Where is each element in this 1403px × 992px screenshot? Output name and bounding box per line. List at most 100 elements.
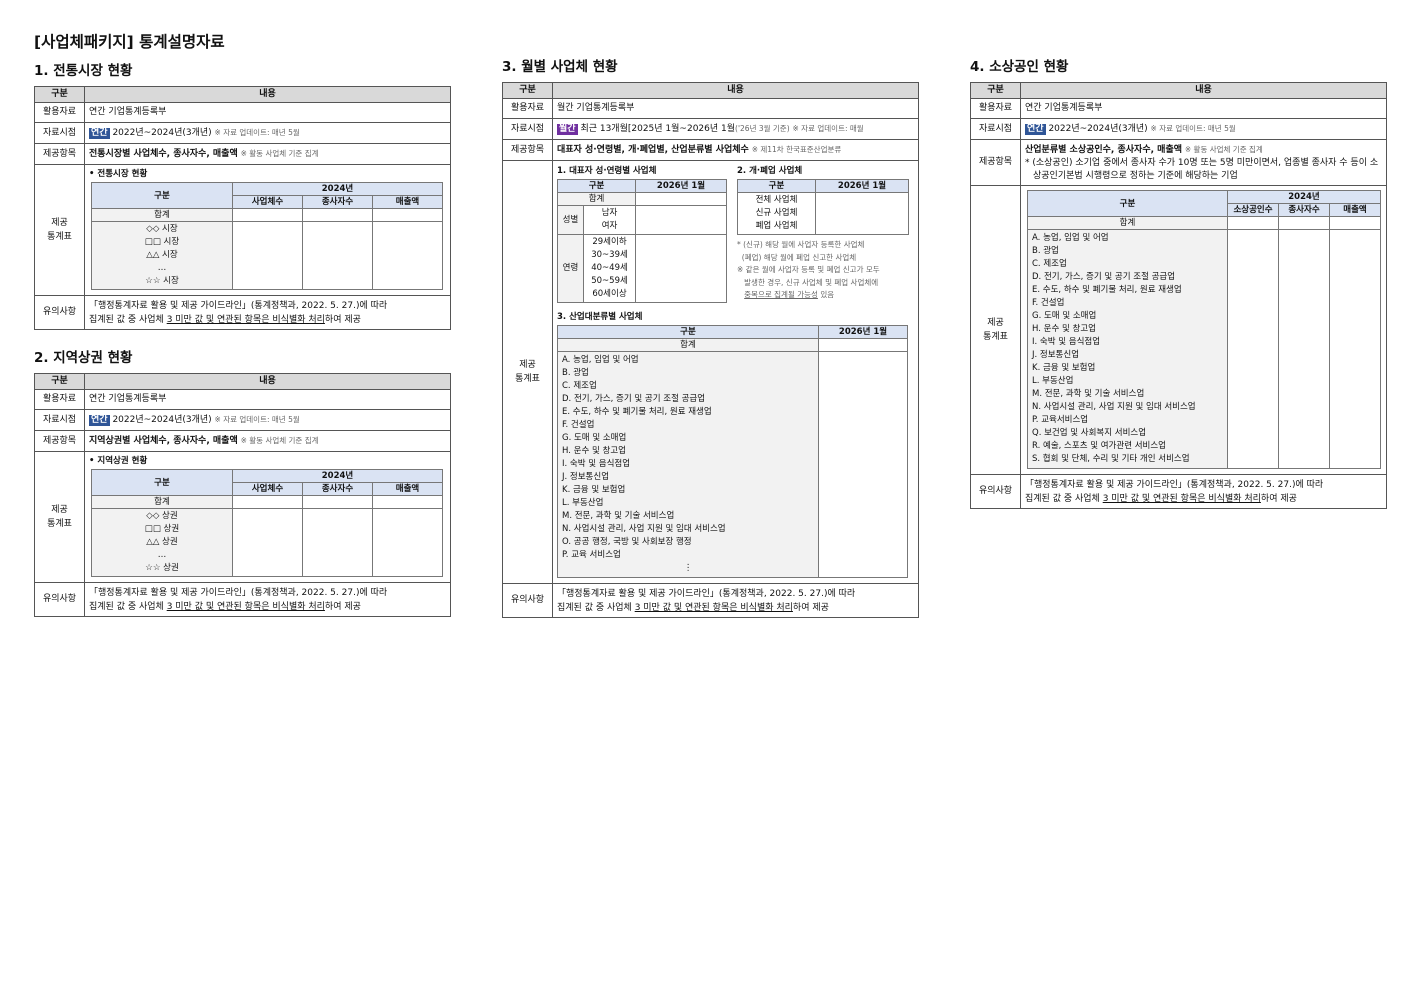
small-business-stat-table: 구분 2024년 소상공인수 종사자수 매출액 합계 A. 농업, 임업 및 어업 B… — [1027, 190, 1382, 469]
th-biz: 사업체수 — [232, 195, 303, 209]
list-item: 폐업 사업체 — [755, 221, 798, 231]
caution-post: 하여 제공 — [324, 601, 361, 612]
market-stat-table: 구분 2024년 사업체수 종사자수 매출액 합계 ◇◇ 시장 □□ 시장 △△ 시장… — [91, 182, 444, 290]
th-category: 구분 — [91, 469, 233, 496]
th-sales: 매출액 — [371, 195, 444, 209]
usage-value: 연간 기업통계등록부 — [84, 389, 451, 410]
row-label-period: 자료시점 — [970, 118, 1021, 140]
stat-table-box: 1. 대표자 성·연령별 사업체 구분 2026년 1월 합계 성별 남자 여자 연령… — [552, 160, 919, 584]
th-month: 2026년 1월 — [815, 179, 909, 193]
row-label-caution: 유의사항 — [502, 583, 553, 618]
owner-sex-age-block: 1. 대표자 성·연령별 사업체 구분 2026년 1월 합계 성별 남자 여자 연령… — [556, 165, 727, 303]
list-item: ☆☆ 상권 — [145, 563, 179, 573]
list-item: E. 수도, 하수 및 폐기물 처리, 원료 재생업 — [562, 407, 712, 417]
row-label-table: 제공 통계표 — [502, 160, 553, 584]
items-main: 전통시장별 사업체수, 종사자수, 매출액 — [89, 149, 238, 159]
caution-line2: 집계된 값 중 사업체 3 미만 값 및 연관된 항목은 비식별화 처리하여 제… — [89, 600, 446, 614]
list-item: H. 운수 및 창고업 — [1032, 324, 1096, 334]
note-closed: (폐업) 해당 월에 폐업 신고한 사업체 — [737, 252, 857, 262]
col-header-content: 내용 — [84, 373, 451, 390]
period-value: 연간 2022년~2024년(3개년) ※ 자료 업데이트: 매년 5월 — [84, 122, 451, 144]
stat-table-box: 구분 2024년 소상공인수 종사자수 매출액 합계 A. 농업, 임업 및 어업 B… — [1020, 185, 1387, 475]
col-header-content: 내용 — [552, 82, 919, 99]
th-sales: 매출액 — [1328, 203, 1382, 217]
t1-title: 1. 대표자 성·연령별 사업체 — [557, 166, 657, 176]
list-item: 여자 — [601, 221, 618, 231]
row-label-usage: 활용자료 — [34, 102, 85, 123]
note-duplicate-post: 있음 — [817, 290, 835, 299]
list-item: D. 전기, 가스, 증기 및 공기 조절 공급업 — [562, 394, 706, 404]
list-item: 50~59세 — [591, 276, 628, 286]
caution-line1: 「행정통계자료 활용 및 제공 가이드라인」(통계정책과, 2022. 5. 2… — [89, 300, 388, 311]
items-value: 대표자 성·연령별, 개·폐업별, 산업분류별 사업체수 ※ 제11차 한국표준… — [552, 139, 919, 161]
row-label-items: 제공항목 — [34, 430, 85, 452]
annual-badge: 연간 — [1025, 124, 1046, 135]
total-row: 합계 — [557, 338, 819, 352]
caution-line1: 「행정통계자료 활용 및 제공 가이드라인」(통계정책과, 2022. 5. 2… — [557, 588, 856, 599]
row-label-items: 제공항목 — [970, 139, 1021, 186]
open-close-table: 구분 2026년 1월 전체 사업체 신규 사업체 폐업 사업체 — [737, 179, 909, 235]
row-label-table: 제공 통계표 — [34, 164, 85, 296]
industry-table: 구분 2026년 1월 합계 A. 농업, 임업 및 어업 B. 광업 C. 제조… — [557, 325, 908, 578]
period-value: 연간 2022년~2024년(3개년) ※ 자료 업데이트: 매년 5월 — [1020, 118, 1387, 140]
owner-sex-age-table: 구분 2026년 1월 합계 성별 남자 여자 연령 29세이하 30~39세 40~… — [556, 179, 727, 303]
list-item: F. 건설업 — [1032, 298, 1065, 308]
caution-underline: 3 미만 값 및 연관된 항목은 비식별화 처리 — [1102, 493, 1261, 504]
list-item: ☆☆ 시장 — [145, 276, 179, 286]
caution-underline: 3 미만 값 및 연관된 항목은 비식별화 처리 — [634, 602, 793, 613]
list-item: M. 전문, 과학 및 기술 서비스업 — [1032, 389, 1145, 399]
items-note: ※ 활동 사업체 기준 집계 — [1184, 144, 1263, 154]
items-main: 지역상권별 사업체수, 종사자수, 매출액 — [89, 436, 238, 446]
annual-badge: 연간 — [89, 128, 110, 139]
list-item: I. 숙박 및 음식점업 — [562, 459, 631, 469]
small-business-table: 구분 내용 활용자료 연간 기업통계등록부 자료시점 연간 2022년~2024… — [970, 82, 1387, 509]
list-item: □□ 시장 — [144, 237, 180, 247]
caution-value: 「행정통계자료 활용 및 제공 가이드라인」(통계정책과, 2022. 5. 2… — [1020, 474, 1387, 509]
th-emp: 종사자수 — [302, 482, 373, 496]
col-header-content: 내용 — [84, 86, 451, 103]
note-new: * (신규) 해당 월에 사업자 등록한 사업체 — [737, 240, 865, 249]
period-text: 2022년~2024년(3개년) — [1048, 124, 1148, 134]
list-item: G. 도매 및 소매업 — [562, 433, 627, 443]
traditional-market-table: 구분 내용 활용자료 연간 기업통계등록부 자료시점 연간 2022년~2024… — [34, 86, 451, 330]
small-business-definition: * (소상공인) 소기업 중에서 종사자 수가 10명 또는 5명 미만이면서,… — [1025, 157, 1379, 181]
caution-value: 「행정통계자료 활용 및 제공 가이드라인」(통계정책과, 2022. 5. 2… — [84, 582, 451, 617]
total-row: 합계 — [1027, 216, 1228, 230]
col-header-label: 구분 — [34, 86, 85, 103]
th-category: 구분 — [556, 179, 637, 193]
list-item: ◇◇ 상권 — [146, 511, 178, 521]
row-label-caution: 유의사항 — [34, 295, 85, 330]
commercial-list: ◇◇ 상권 □□ 상권 △△ 상권 … ☆☆ 상권 — [91, 508, 233, 577]
list-item: D. 전기, 가스, 증기 및 공기 조절 공급업 — [1032, 272, 1176, 282]
list-item: P. 교육서비스업 — [1032, 415, 1089, 425]
monthly-business-table: 구분 내용 활용자료 월간 기업통계등록부 자료시점 월간 최근 13개월[20… — [502, 82, 919, 618]
items-value: 산업분류별 소상공인수, 종사자수, 매출액 ※ 활동 사업체 기준 집계 * … — [1020, 139, 1387, 186]
col-header-label: 구분 — [970, 82, 1021, 99]
row-label-items: 제공항목 — [34, 143, 85, 165]
period-text: 2022년~2024년(3개년) — [112, 128, 212, 138]
section-title-traditional-market: 1. 전통시장 현황 — [34, 63, 133, 79]
section-title-small-business: 4. 소상공인 현황 — [970, 59, 1069, 75]
caution-post: 하여 제공 — [324, 314, 361, 325]
total-row: 합계 — [556, 192, 637, 206]
sex-label: 성별 — [557, 205, 584, 235]
caution-line2: 집계된 값 중 사업체 3 미만 값 및 연관된 항목은 비식별화 처리하여 제… — [89, 313, 446, 327]
list-item: J. 정보통신업 — [562, 472, 610, 482]
usage-value: 연간 기업통계등록부 — [1020, 98, 1387, 119]
sex-list: 남자 여자 — [582, 205, 637, 235]
list-item: A. 농업, 임업 및 어업 — [562, 355, 639, 365]
row-label-period: 자료시점 — [34, 122, 85, 144]
list-item: … — [157, 550, 167, 560]
open-close-list: 전체 사업체 신규 사업체 폐업 사업체 — [737, 192, 816, 235]
stat-table-box: • 지역상권 현황 구분 2024년 사업체수 종사자수 매출액 합계 ◇◇ 상권 □… — [84, 451, 451, 583]
industry-list: A. 농업, 임업 및 어업 B. 광업 C. 제조업 D. 전기, 가스, 증… — [557, 351, 819, 578]
row-label-table-text: 제공 통계표 — [983, 318, 1008, 342]
period-text: 최근 13개월[2025년 1월~2026년 1월 — [580, 124, 736, 134]
list-item: △△ 상권 — [146, 537, 178, 547]
list-item: H. 운수 및 창고업 — [562, 446, 626, 456]
row-label-period: 자료시점 — [502, 118, 553, 140]
caution-pre: 집계된 값 중 사업체 — [89, 601, 167, 612]
list-item-more: ⋮ — [683, 563, 693, 573]
th-owners: 소상공인수 — [1227, 203, 1279, 217]
row-label-items: 제공항목 — [502, 139, 553, 161]
